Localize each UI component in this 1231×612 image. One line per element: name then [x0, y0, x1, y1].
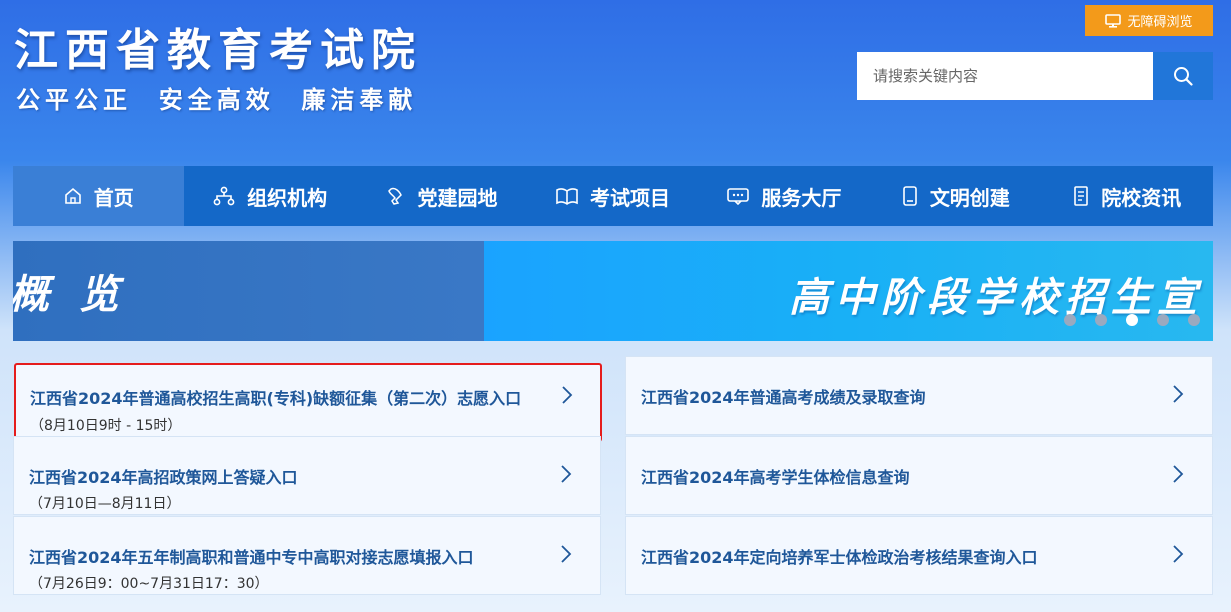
main-nav: 首页 组织机构 党建园地 考试项目 服务大厅 文明创建 院校资讯 — [13, 166, 1213, 226]
chevron-right-icon — [561, 465, 572, 483]
nav-label: 院校资讯 — [1101, 185, 1182, 210]
banner-slide-previous: 概 览 — [13, 241, 484, 341]
chevron-right-icon — [1173, 545, 1184, 563]
nav-item-exam-projects[interactable]: 考试项目 — [527, 166, 698, 226]
search-icon — [1174, 67, 1193, 86]
link-card-title: 江西省2024年普通高考成绩及录取查询 — [641, 388, 926, 407]
carousel-dot-active[interactable] — [1126, 314, 1138, 326]
chevron-right-icon — [1173, 465, 1184, 483]
org-chart-icon — [213, 186, 235, 206]
nav-item-civilization[interactable]: 文明创建 — [870, 166, 1041, 226]
home-icon — [64, 187, 81, 204]
open-book-icon — [556, 188, 578, 205]
banner-left-text: 概 览 — [13, 272, 127, 318]
banner-slide-current: 高中阶段学校招生宣 — [484, 241, 1213, 341]
phone-icon — [903, 186, 917, 206]
service-hall-icon — [727, 188, 750, 205]
link-card-title: 江西省2024年定向培养军士体检政治考核结果查询入口 — [641, 548, 1038, 567]
banner-carousel[interactable]: 概 览 高中阶段学校招生宣 — [13, 241, 1213, 341]
link-card-score-admission-query[interactable]: 江西省2024年普通高考成绩及录取查询 — [625, 356, 1213, 435]
carousel-dots — [1064, 314, 1200, 326]
nav-label: 组织机构 — [247, 185, 328, 210]
link-card-title: 江西省2024年高招政策网上答疑入口 — [29, 468, 298, 487]
link-card-title: 江西省2024年五年制高职和普通中专中高职对接志愿填报入口 — [29, 548, 474, 567]
site-slogan: 公平公正 安全高效 廉洁奉献 — [16, 86, 418, 114]
nav-label: 考试项目 — [589, 185, 670, 210]
nav-item-school-news[interactable]: 院校资讯 — [1042, 166, 1213, 226]
nav-item-home[interactable]: 首页 — [13, 166, 185, 226]
monitor-icon — [1105, 13, 1122, 28]
site-title: 江西省教育考试院 — [14, 25, 422, 76]
link-card-physical-exam-query[interactable]: 江西省2024年高考学生体检信息查询 — [625, 436, 1213, 515]
nav-label: 服务大厅 — [761, 185, 842, 210]
accessibility-label: 无障碍浏览 — [1127, 15, 1193, 30]
link-card-policy-qa[interactable]: 江西省2024年高招政策网上答疑入口 （7月10日—8月11日） — [13, 436, 601, 515]
search-button[interactable] — [1153, 52, 1213, 100]
carousel-dot[interactable] — [1157, 314, 1169, 326]
search-input[interactable] — [857, 52, 1153, 100]
chevron-right-icon — [562, 386, 573, 404]
chevron-right-icon — [561, 545, 572, 563]
carousel-dot[interactable] — [1095, 314, 1107, 326]
chevron-right-icon — [1173, 385, 1184, 403]
link-card-subtitle: （7月26日9：00~7月31日17：30） — [29, 576, 269, 592]
link-card-five-year-vocational[interactable]: 江西省2024年五年制高职和普通中专中高职对接志愿填报入口 （7月26日9：00… — [13, 516, 601, 595]
nav-item-party-building[interactable]: 党建园地 — [356, 166, 527, 226]
carousel-dot[interactable] — [1064, 314, 1076, 326]
accessibility-button[interactable]: 无障碍浏览 — [1085, 5, 1213, 36]
link-card-military-exam-result-query[interactable]: 江西省2024年定向培养军士体检政治考核结果查询入口 — [625, 516, 1213, 595]
nav-label: 首页 — [93, 185, 134, 210]
link-card-title: 江西省2024年普通高校招生高职(专科)缺额征集（第二次）志愿入口 — [30, 389, 522, 408]
carousel-dot[interactable] — [1188, 314, 1200, 326]
link-card-subtitle: （7月10日—8月11日） — [29, 496, 181, 512]
party-building-icon — [387, 187, 402, 205]
link-card-subtitle: （8月10日9时 - 15时） — [30, 418, 182, 434]
link-card-title: 江西省2024年高考学生体检信息查询 — [641, 468, 910, 487]
document-icon — [1074, 186, 1089, 206]
nav-item-organization[interactable]: 组织机构 — [184, 166, 355, 226]
nav-label: 党建园地 — [417, 185, 498, 210]
link-card-gap-filling-entry[interactable]: 江西省2024年普通高校招生高职(专科)缺额征集（第二次）志愿入口 （8月10日… — [14, 363, 602, 442]
nav-label: 文明创建 — [929, 185, 1010, 210]
nav-item-service-hall[interactable]: 服务大厅 — [699, 166, 870, 226]
